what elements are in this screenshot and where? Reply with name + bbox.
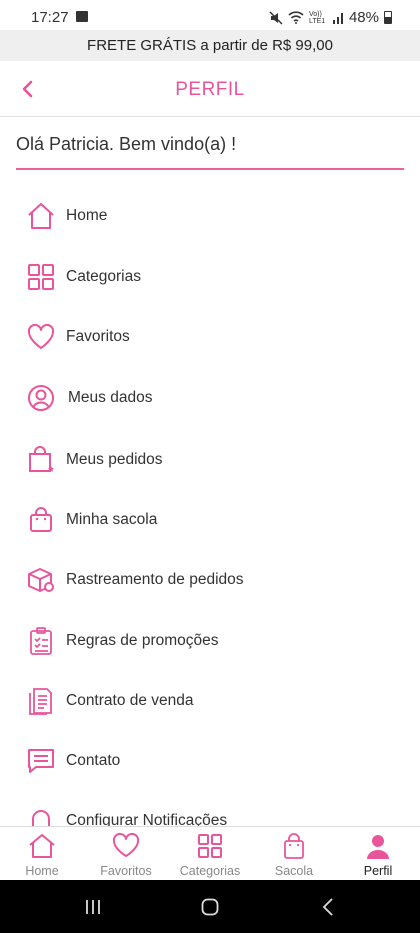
home-nav-icon[interactable] [201,898,219,916]
menu-item-label: Favoritos [66,328,130,345]
tab-sacola[interactable]: Sacola [252,827,336,881]
status-icons: Vo)) LTE1 48% [269,9,392,26]
recent-apps-icon[interactable] [84,898,102,916]
status-time: 17:27 [31,9,69,26]
profile-menu: Home Categorias Favoritos Meus dados Meu… [0,186,420,826]
tab-label: Sacola [274,864,314,878]
bottom-tab-bar: Home Favoritos Categorias Sacola Perfil [0,826,420,880]
menu-item-label: Minha sacola [66,511,158,528]
tab-favoritos[interactable]: Favoritos [84,827,168,881]
tab-categorias[interactable]: Categorias [168,827,252,881]
battery-icon [384,11,392,24]
tab-label: Perfil [363,864,393,878]
menu-item-label: Categorias [66,268,141,285]
promo-banner: FRETE GRÁTIS a partir de R$ 99,00 [0,30,420,61]
menu-item-notificacoes[interactable]: Configurar Notificações [0,791,420,826]
mute-icon [269,10,283,25]
menu-item-label: Rastreamento de pedidos [66,571,244,588]
grid-icon [198,834,222,858]
menu-item-label: Home [66,207,108,224]
heart-icon [112,832,140,857]
bell-icon [25,805,57,826]
chat-icon [25,745,57,777]
menu-item-categorias[interactable]: Categorias [0,247,420,307]
wifi-icon [288,11,304,24]
tab-label: Favoritos [100,864,152,878]
menu-item-minha-sacola[interactable]: Minha sacola [0,490,420,550]
menu-item-meus-pedidos[interactable]: Meus pedidos [0,430,420,490]
person-icon [367,835,389,859]
bag-icon [25,504,57,536]
back-nav-icon[interactable] [320,898,338,916]
home-icon [29,834,55,858]
menu-item-label: Contato [66,752,121,769]
status-bar: 17:27 Vo)) LTE1 48% [0,0,420,34]
page-title: PERFIL [175,79,245,100]
menu-item-home[interactable]: Home [0,186,420,246]
tab-label: Categorias [179,864,241,878]
menu-item-regras-promocoes[interactable]: Regras de promoções [0,611,420,671]
clipboard-list-icon [25,625,57,657]
menu-item-label: Regras de promoções [66,632,219,649]
gallery-icon [76,11,88,22]
shopping-bag-star-icon [25,444,57,476]
battery-label: 48% [348,9,379,26]
network-label: Vo)) LTE1 [308,10,326,25]
system-nav-bar [0,880,420,933]
box-tracking-icon [25,564,57,596]
menu-item-label: Meus pedidos [66,451,163,468]
document-icon [25,685,57,717]
greeting-divider [16,168,404,170]
grid-icon [25,261,57,293]
home-icon [25,200,57,232]
signal-icon [332,12,343,24]
menu-item-contato[interactable]: Contato [0,731,420,791]
heart-icon [25,321,57,353]
menu-item-label: Meus dados [68,389,153,406]
menu-item-contrato-venda[interactable]: Contrato de venda [0,671,420,731]
menu-item-meus-dados[interactable]: Meus dados [0,368,420,428]
greeting-text: Olá Patricia. Bem vindo(a) ! [16,134,237,154]
menu-item-rastreamento[interactable]: Rastreamento de pedidos [0,550,420,610]
menu-item-label: Contrato de venda [66,692,194,709]
tab-perfil[interactable]: Perfil [336,827,420,881]
tab-label: Home [25,864,59,878]
menu-item-label: Configurar Notificações [66,812,228,826]
tab-home[interactable]: Home [0,827,84,881]
menu-item-favoritos[interactable]: Favoritos [0,307,420,367]
header: PERFIL [0,61,420,117]
bag-icon [284,833,304,859]
user-circle-icon [25,382,57,414]
